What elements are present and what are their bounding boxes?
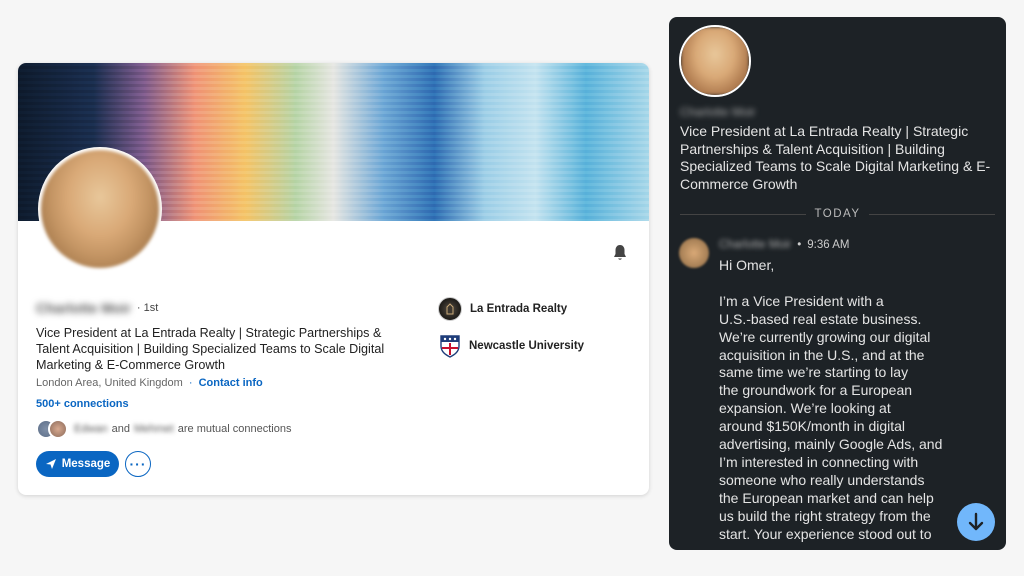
send-icon [45,459,56,469]
message-button-label: Message [61,458,111,470]
profile-card: Charlotte Moir · 1st Vice President at L… [18,63,649,495]
message-header-separator: • [797,239,802,251]
bell-icon[interactable] [612,244,628,262]
connection-degree: · 1st [136,302,159,314]
mutual-suffix: are mutual connections [177,423,292,435]
scroll-to-bottom-button[interactable] [957,503,995,541]
arrow-down-icon [968,512,984,531]
chat-contact-name[interactable]: Charlotte Moir [680,105,755,119]
date-divider: TODAY [680,208,995,220]
contact-info-link[interactable]: Contact info [199,377,263,389]
mutual-name-2: Mehmet [134,423,174,435]
more-icon: ··· [129,456,147,472]
company-logo-icon [438,297,462,321]
mutual-avatars [36,419,68,439]
message-sender-name[interactable]: Charlotte Moir [719,239,791,251]
profile-headline: Vice President at La Entrada Realty | St… [36,326,385,372]
chat-panel: Charlotte Moir Vice President at La Entr… [669,17,1006,550]
message-header: Charlotte Moir • 9:36 AM [719,239,849,251]
chat-contact-headline: Vice President at La Entrada Realty | St… [680,123,991,192]
mutual-connections[interactable]: Edwan and Mehmet are mutual connections [36,419,291,439]
message-time: 9:36 AM [807,239,850,251]
location-row: London Area, United Kingdom · Contact in… [36,377,263,389]
message-button[interactable]: Message [36,451,119,477]
company-item[interactable]: La Entrada Realty [438,297,567,321]
chat-avatar[interactable] [679,25,751,97]
connections-link[interactable]: 500+ connections [36,398,129,410]
message-sender-avatar[interactable] [679,238,709,268]
company-name: La Entrada Realty [470,303,568,315]
profile-location: London Area, United Kingdom [36,377,183,389]
profile-name: Charlotte Moir [36,300,131,316]
university-name: Newcastle University [469,340,585,352]
date-divider-label: TODAY [814,208,861,220]
profile-name-row: Charlotte Moir · 1st [36,300,158,316]
education-item[interactable]: Newcastle University [439,334,584,358]
mutual-name-1: Edwan [74,423,108,435]
more-actions-button[interactable]: ··· [125,451,151,477]
mutual-and: and [111,423,130,435]
location-separator: · [188,377,193,389]
message-body: Hi Omer, I’m a Vice President with a U.S… [719,257,943,542]
university-shield-icon [440,335,460,358]
profile-avatar[interactable] [38,147,162,271]
